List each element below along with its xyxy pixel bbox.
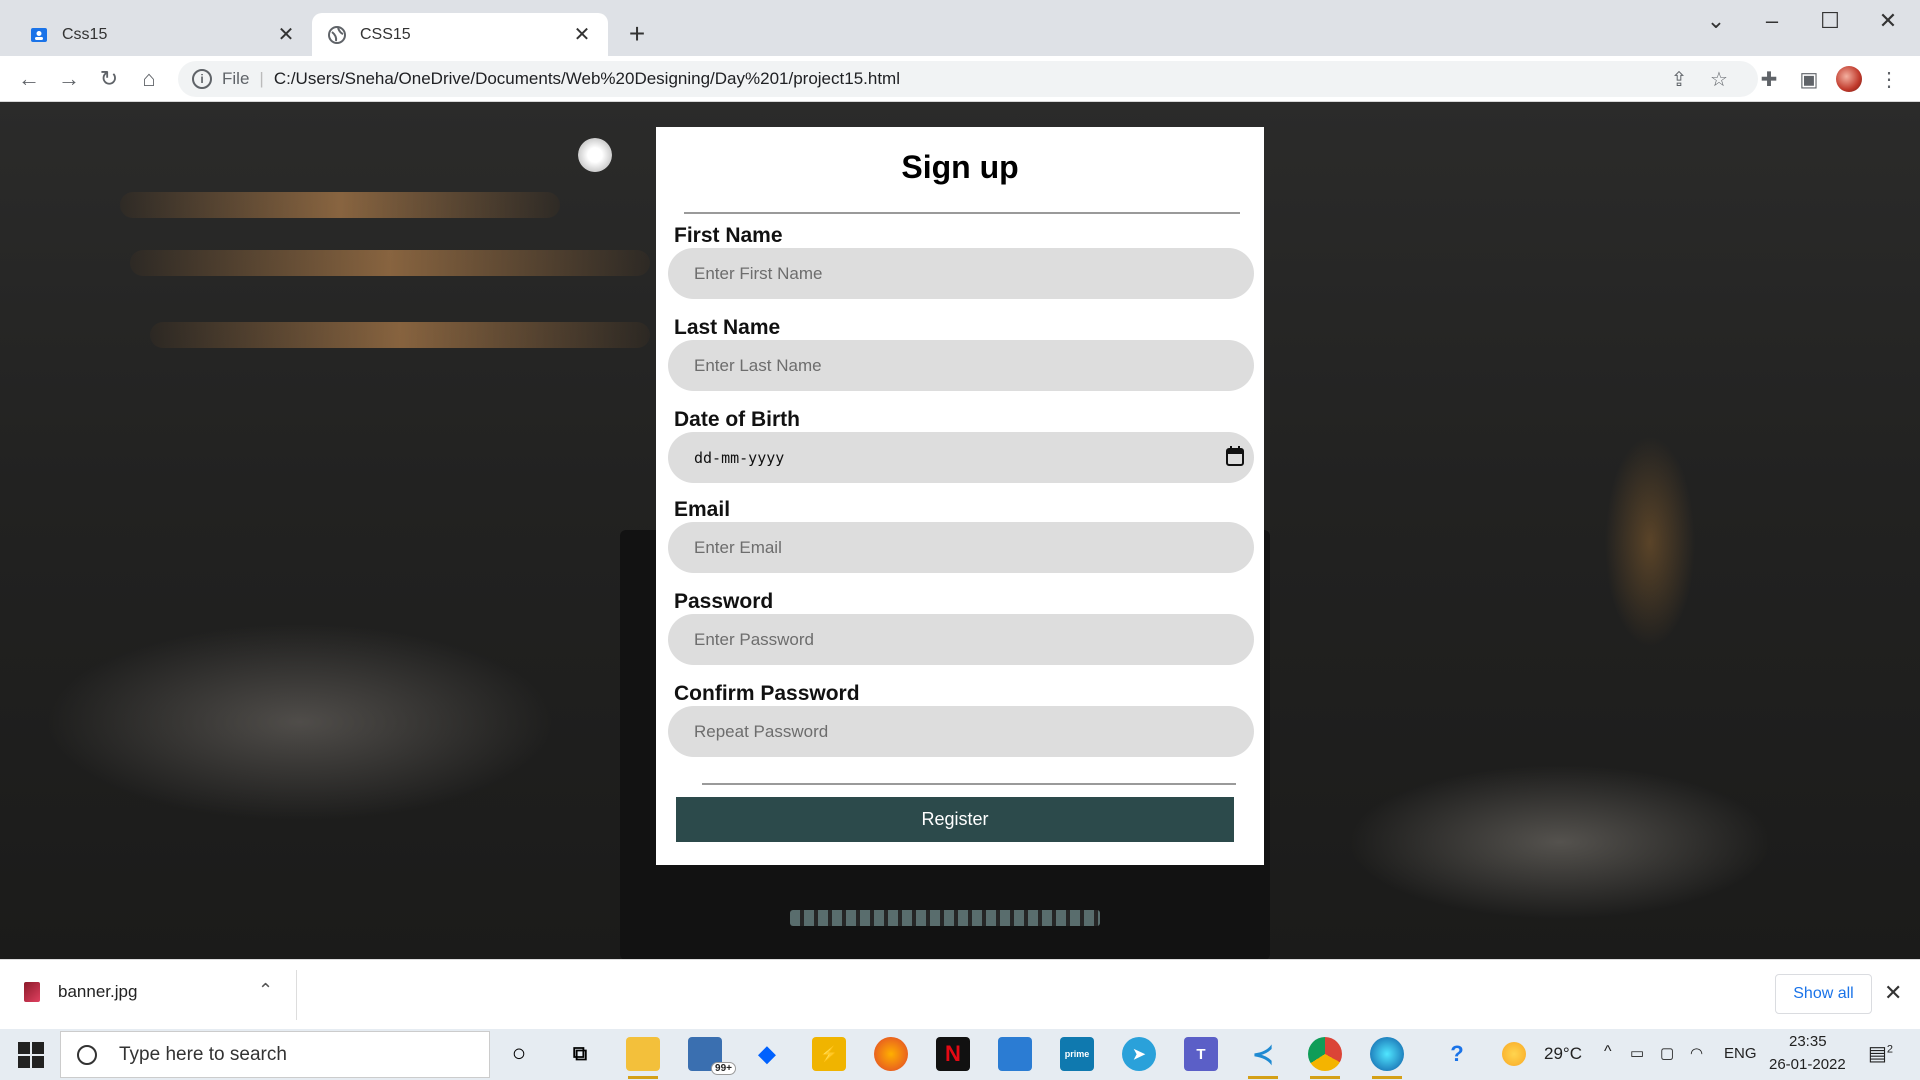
share-icon[interactable]: ⇪ (1666, 66, 1692, 92)
background-light-strip (150, 322, 650, 348)
close-icon[interactable]: ✕ (276, 22, 296, 47)
back-arrow-icon[interactable]: ← (14, 64, 44, 94)
dropbox-icon[interactable]: ◆ (750, 1037, 784, 1071)
chrome-icon[interactable] (1308, 1037, 1342, 1079)
email-label: Email (674, 498, 731, 521)
microsoft-store-icon[interactable] (998, 1037, 1032, 1071)
maximize-button[interactable]: ☐ (1810, 8, 1850, 34)
help-icon[interactable]: ? (1440, 1037, 1474, 1071)
address-bar[interactable]: i File | C:/Users/Sneha/OneDrive/Documen… (178, 61, 1758, 97)
close-icon[interactable]: ✕ (572, 22, 592, 47)
chevron-up-icon[interactable]: ⌃ (258, 980, 273, 1001)
edge-icon[interactable] (1370, 1037, 1404, 1079)
tab-css15-inactive[interactable]: Css15 ✕ (14, 13, 312, 56)
password-input[interactable]: Enter Password (668, 614, 1254, 665)
background-light-strip (130, 250, 650, 276)
browser-toolbar: ← → ↻ ⌂ i File | C:/Users/Sneha/OneDrive… (0, 56, 1920, 102)
tab-search-chevron-icon[interactable]: ⌄ (1696, 8, 1736, 34)
download-shelf: banner.jpg ⌃ Show all ✕ (0, 959, 1920, 1029)
title-divider (684, 212, 1240, 214)
clock-time[interactable]: 23:35 (1789, 1033, 1827, 1050)
bookmark-star-icon[interactable]: ☆ (1706, 66, 1732, 92)
windows-start-icon[interactable] (18, 1042, 44, 1068)
profile-avatar[interactable] (1836, 66, 1862, 92)
dob-placeholder: dd-mm-yyyy (694, 448, 785, 467)
dob-label: Date of Birth (674, 408, 800, 431)
calendar-icon[interactable] (1226, 446, 1244, 466)
close-icon[interactable]: ✕ (1884, 980, 1902, 1006)
telegram-icon[interactable]: ➤ (1122, 1037, 1156, 1071)
minimize-button[interactable]: – (1752, 8, 1792, 34)
url-text[interactable]: C:/Users/Sneha/OneDrive/Documents/Web%20… (274, 69, 900, 89)
camera-icon[interactable]: ▢ (1660, 1044, 1674, 1062)
background-light-strip (120, 192, 560, 218)
wifi-icon[interactable]: ◠ (1690, 1044, 1703, 1062)
more-menu-icon[interactable]: ⋮ (1876, 66, 1902, 92)
lightning-app-icon[interactable]: ⚡ (812, 1037, 846, 1071)
task-view-icon[interactable]: ⧉ (563, 1037, 597, 1071)
notification-count: 2 (1886, 1043, 1894, 1056)
firefox-icon[interactable] (874, 1037, 908, 1071)
side-panel-icon[interactable]: ▣ (1796, 66, 1822, 92)
language-indicator[interactable]: ENG (1724, 1045, 1757, 1062)
notifications-icon[interactable]: ▤2 (1868, 1041, 1893, 1066)
first-name-label: First Name (674, 224, 783, 247)
globe-icon (328, 25, 346, 44)
mail-badge: 99+ (711, 1062, 736, 1075)
mail-icon[interactable]: 99+ (688, 1037, 736, 1075)
prime-video-icon[interactable]: prime (1060, 1037, 1094, 1071)
address-separator: | (259, 69, 264, 88)
tab-title: CSS15 (360, 25, 411, 43)
search-icon (77, 1044, 97, 1065)
signup-form: Sign up First Name Enter First Name Last… (656, 127, 1264, 865)
scheme-label: File (222, 69, 250, 88)
tray-chevron-up-icon[interactable]: ^ (1604, 1043, 1612, 1061)
confirm-password-label: Confirm Password (674, 682, 860, 705)
clock-date[interactable]: 26-01-2022 (1769, 1056, 1846, 1073)
first-name-input[interactable]: Enter First Name (668, 248, 1254, 299)
password-label: Password (674, 590, 774, 613)
last-name-input[interactable]: Enter Last Name (668, 340, 1254, 391)
info-icon[interactable]: i (192, 69, 212, 89)
dob-input[interactable]: dd-mm-yyyy (668, 432, 1254, 483)
confirm-password-input[interactable]: Repeat Password (668, 706, 1254, 757)
background-laptop-dock (790, 910, 1100, 926)
image-file-icon (24, 982, 40, 1002)
background-lamp (578, 138, 612, 172)
cortana-icon[interactable]: ○ (502, 1037, 536, 1071)
email-input[interactable]: Enter Email (668, 522, 1254, 573)
weather-sun-icon[interactable] (1502, 1042, 1526, 1066)
windows-taskbar: Type here to search ○ ⧉ 99+ ◆ ⚡ N prime … (0, 1029, 1920, 1080)
download-divider (296, 970, 297, 1020)
temperature-text[interactable]: 29°C (1544, 1044, 1582, 1064)
forward-arrow-icon[interactable]: → (54, 64, 84, 94)
contact-card-icon (30, 26, 48, 44)
download-item[interactable]: banner.jpg (24, 982, 137, 1002)
search-placeholder: Type here to search (119, 1043, 287, 1065)
teams-icon[interactable]: T (1184, 1037, 1218, 1071)
last-name-label: Last Name (674, 316, 781, 339)
extensions-puzzle-icon[interactable]: ✚ (1756, 66, 1782, 92)
vscode-icon[interactable]: ≺ (1246, 1037, 1280, 1079)
file-explorer-icon[interactable] (626, 1037, 660, 1079)
home-icon[interactable]: ⌂ (134, 64, 164, 94)
reload-icon[interactable]: ↻ (94, 64, 124, 94)
close-window-button[interactable]: ✕ (1868, 8, 1908, 34)
register-divider (702, 783, 1236, 785)
download-file-name: banner.jpg (58, 982, 138, 1001)
show-all-button[interactable]: Show all (1775, 974, 1872, 1014)
netflix-icon[interactable]: N (936, 1037, 970, 1071)
form-title: Sign up (901, 149, 1019, 185)
new-tab-button[interactable]: + (622, 18, 652, 50)
battery-icon[interactable]: ▭ (1630, 1044, 1644, 1062)
tab-title: Css15 (62, 25, 108, 43)
tab-css15-active[interactable]: CSS15 ✕ (312, 13, 608, 56)
taskbar-search-input[interactable]: Type here to search (60, 1031, 490, 1078)
register-button[interactable]: Register (676, 797, 1234, 842)
